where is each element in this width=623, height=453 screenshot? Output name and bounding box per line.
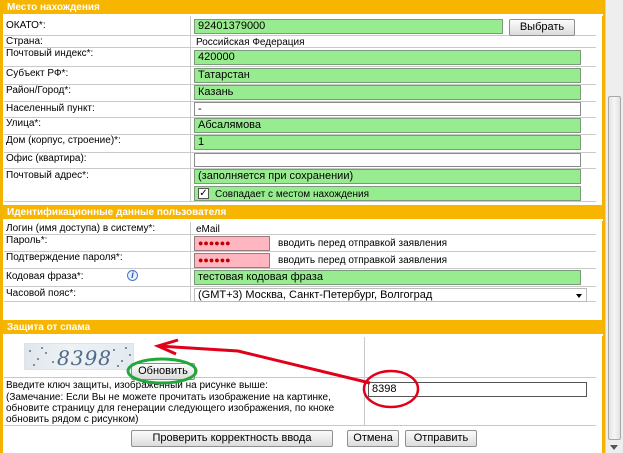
- registration-form: Место нахождения ОКАТО*: 92401379000 Выб…: [0, 0, 605, 453]
- codeword-label: Кодовая фраза*:: [6, 271, 84, 282]
- info-icon[interactable]: i: [127, 270, 138, 281]
- street-label: Улица*:: [6, 118, 42, 129]
- office-label: Офис (квартира):: [6, 153, 87, 164]
- codeword-input[interactable]: тестовая кодовая фраза: [194, 270, 581, 285]
- house-label: Дом (корпус, строение)*:: [6, 135, 121, 146]
- confirm-password-input[interactable]: ●●●●●●: [194, 253, 270, 268]
- same-as-location-row: ✓ Совпадает с местом нахождения: [194, 186, 581, 201]
- district-label: Район/Город*:: [6, 85, 72, 96]
- password-input[interactable]: ●●●●●●: [194, 236, 270, 251]
- street-input[interactable]: Абсалямова: [194, 118, 581, 133]
- okato-label: ОКАТО*:: [6, 20, 46, 31]
- settlement-input[interactable]: -: [194, 102, 581, 116]
- confirm-password-hint: вводить перед отправкой заявления: [278, 255, 448, 266]
- captcha-key-label: Введите ключ защиты, изображенный на рис…: [6, 380, 268, 391]
- vertical-scrollbar[interactable]: [605, 0, 623, 453]
- chevron-down-icon[interactable]: [576, 294, 582, 298]
- validate-button[interactable]: Проверить корректность ввода: [131, 430, 333, 447]
- captcha-key-input[interactable]: 8398: [368, 382, 587, 397]
- confirm-password-label: Подтверждение пароля*:: [6, 252, 123, 263]
- district-input[interactable]: Казань: [194, 85, 581, 100]
- timezone-select[interactable]: (GMT+3) Москва, Санкт-Петербург, Волгогр…: [194, 288, 587, 302]
- subject-label: Субъект РФ*:: [6, 68, 69, 79]
- postcode-input[interactable]: 420000: [194, 50, 581, 65]
- timezone-selected-value: (GMT+3) Москва, Санкт-Петербург, Волгогр…: [198, 289, 433, 301]
- captcha-key-note: (Замечание: Если Вы не можете прочитать …: [6, 392, 335, 425]
- submit-button[interactable]: Отправить: [405, 430, 477, 447]
- row-login: Логин (имя доступа) в систему*:: [4, 223, 596, 235]
- scrollbar-thumb[interactable]: [608, 96, 621, 440]
- login-value: eMail: [196, 224, 220, 235]
- select-okato-button[interactable]: Выбрать: [509, 19, 575, 36]
- scroll-down-arrow-icon[interactable]: [610, 445, 618, 450]
- office-input[interactable]: [194, 153, 581, 167]
- okato-input[interactable]: 92401379000: [194, 19, 503, 34]
- captcha-digits: 8398: [54, 346, 115, 370]
- settlement-label: Населенный пункт:: [6, 103, 95, 114]
- postcode-label: Почтовый индекс*:: [6, 48, 94, 59]
- subject-input[interactable]: Татарстан: [194, 68, 581, 83]
- password-hint: вводить перед отправкой заявления: [278, 238, 448, 249]
- timezone-label: Часовой пояс*:: [6, 288, 77, 299]
- postal-address-label: Почтовый адрес*:: [6, 170, 89, 181]
- country-label: Страна:: [6, 36, 43, 47]
- house-input[interactable]: 1: [194, 135, 581, 150]
- section-header-identification: Идентификационные данные пользователя: [3, 205, 603, 221]
- column-divider-3: [364, 337, 365, 378]
- same-as-location-label: Совпадает с местом нахождения: [215, 189, 369, 200]
- cancel-button[interactable]: Отмена: [347, 430, 399, 447]
- frame-left: [0, 0, 3, 453]
- password-label: Пароль*:: [6, 235, 48, 246]
- same-as-location-checkbox[interactable]: ✓: [198, 188, 209, 199]
- section-header-spam: Защита от спама: [3, 320, 603, 336]
- section-header-location: Место нахождения: [3, 0, 603, 16]
- postal-address-input[interactable]: (заполняется при сохранении): [194, 169, 581, 184]
- login-label: Логин (имя доступа) в систему*:: [6, 223, 156, 234]
- country-value: Российская Федерация: [196, 37, 305, 48]
- column-divider-4: [364, 378, 365, 426]
- captcha-image: 8398: [24, 343, 134, 370]
